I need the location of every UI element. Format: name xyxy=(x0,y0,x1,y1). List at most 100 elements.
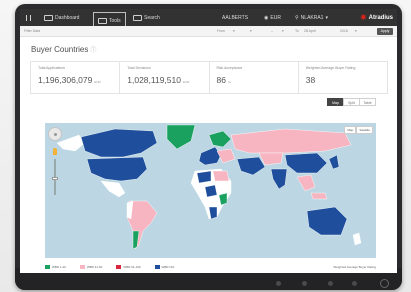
power-button-icon[interactable] xyxy=(380,279,389,288)
from-year-select[interactable]: ▾ xyxy=(250,29,252,33)
user-name: NLAKRA1 xyxy=(300,14,324,21)
hardware-dot xyxy=(302,281,307,286)
world-map-svg xyxy=(56,124,362,250)
legend-item: WBR 61-100 xyxy=(116,265,141,269)
chevron-down-icon: ▾ xyxy=(325,14,328,21)
tab-search[interactable]: Search xyxy=(133,9,160,26)
filter-data-toggle[interactable]: Filter Data xyxy=(24,29,40,33)
country-russia[interactable] xyxy=(230,128,352,154)
to-select[interactable]: ▾ xyxy=(282,29,284,33)
stat-value: 86% xyxy=(216,75,231,85)
range-separator: – xyxy=(271,29,273,33)
top-navigation-bar: Dashboard Tools Search AALBERTS ◉ EUR ⚲ … xyxy=(20,9,397,29)
company-selector[interactable]: AALBERTS xyxy=(222,9,248,26)
stat-total-decisions: Total Decisions 1,028,119,510 EUR xyxy=(120,62,210,93)
year-select[interactable]: 2016 xyxy=(340,29,348,33)
stat-label: Weighted Average Buyer Rating xyxy=(305,66,356,70)
country-japan[interactable] xyxy=(328,154,340,170)
legend-item: WBR 1-40 xyxy=(45,265,66,269)
legend-swatch xyxy=(154,265,160,269)
zoom-slider-knob[interactable] xyxy=(52,177,58,180)
from-month-select[interactable]: ▾ xyxy=(233,29,235,33)
hardware-dot xyxy=(352,281,357,286)
page-title-text: Buyer Countries xyxy=(31,45,89,54)
country-alaska[interactable] xyxy=(56,134,86,152)
country-nigeria[interactable] xyxy=(204,184,218,198)
world-map[interactable]: Map Satellite xyxy=(45,123,376,258)
legend-item: WBR 41-60 xyxy=(79,265,102,269)
country-new-zealand[interactable] xyxy=(352,232,362,246)
photo-background: Dashboard Tools Search AALBERTS ◉ EUR ⚲ … xyxy=(0,0,411,292)
view-table-button[interactable]: Table xyxy=(359,98,376,106)
legend-item: WBR N/A xyxy=(154,265,174,269)
menu-icon[interactable] xyxy=(26,9,31,26)
view-toggle-group: Map Split Table xyxy=(327,98,376,106)
currency-label: EUR xyxy=(270,14,281,21)
globe-icon: ◉ xyxy=(264,14,269,21)
stat-total-applications: Total Applications 1,196,306,079 EUR xyxy=(31,62,121,93)
hardware-dot xyxy=(276,281,281,286)
country-egypt[interactable] xyxy=(212,170,230,182)
stat-weighted-average-buyer-rating: Weighted Average Buyer Rating 38 xyxy=(299,62,387,93)
stat-risk-acceptance: Risk Acceptance 86% xyxy=(210,62,299,93)
tab-dashboard[interactable]: Dashboard xyxy=(44,9,79,26)
to-label: To xyxy=(295,29,299,33)
apply-button[interactable]: Apply xyxy=(377,28,393,35)
to-date-select[interactable]: 28 April xyxy=(304,29,316,33)
tab-tools-label: Tools xyxy=(109,17,121,24)
map-type-map-button[interactable]: Map xyxy=(344,126,357,134)
country-europe-east[interactable] xyxy=(216,148,236,164)
country-se-asia[interactable] xyxy=(296,174,316,192)
map-legend: WBR 1-40 WBR 41-60 WBR 61-100 WBR N/A We… xyxy=(45,263,376,271)
stat-label: Total Applications xyxy=(38,66,66,70)
stat-label: Risk Acceptance xyxy=(216,66,243,70)
brand-name: Atradius xyxy=(368,14,393,21)
country-china[interactable] xyxy=(284,152,328,174)
stat-value: 38 xyxy=(305,75,316,85)
country-middle-east[interactable] xyxy=(236,156,266,176)
dashboard-icon xyxy=(44,14,53,21)
view-split-button[interactable]: Split xyxy=(343,98,360,106)
map-type-satellite-button[interactable]: Satellite xyxy=(356,126,373,134)
country-canada[interactable] xyxy=(80,128,158,158)
legend-swatch xyxy=(116,265,122,269)
stat-value: 1,028,119,510 EUR xyxy=(127,75,190,85)
country-greenland[interactable] xyxy=(166,124,196,150)
tab-dashboard-label: Dashboard xyxy=(55,14,80,21)
tools-icon xyxy=(98,17,107,24)
company-name: AALBERTS xyxy=(222,14,249,21)
country-usa[interactable] xyxy=(86,156,148,182)
zoom-slider[interactable] xyxy=(52,159,58,195)
country-india[interactable] xyxy=(270,168,288,190)
user-icon: ⚲ xyxy=(295,14,299,21)
from-label: From xyxy=(217,29,226,33)
stat-value: 1,196,306,079 EUR xyxy=(38,75,101,85)
legend-swatch xyxy=(45,265,50,269)
country-australia[interactable] xyxy=(306,206,348,236)
page-title: Buyer Countries ⓘ xyxy=(31,45,96,54)
view-map-button[interactable]: Map xyxy=(327,98,344,106)
country-algeria[interactable] xyxy=(196,170,212,184)
currency-selector[interactable]: ◉ EUR xyxy=(264,9,281,26)
info-icon[interactable]: ⓘ xyxy=(90,48,96,54)
brand-logo: ✷ Atradius xyxy=(360,9,393,26)
map-type-control: Map Satellite xyxy=(344,126,373,134)
tab-search-label: Search xyxy=(144,14,160,21)
stat-label: Total Decisions xyxy=(127,66,151,70)
year-chevron-icon: ▾ xyxy=(355,29,357,33)
country-scandinavia[interactable] xyxy=(208,130,232,148)
search-icon xyxy=(133,14,142,21)
country-europe-west[interactable] xyxy=(198,146,222,166)
app-screen: Dashboard Tools Search AALBERTS ◉ EUR ⚲ … xyxy=(20,9,397,273)
legend-swatch xyxy=(79,265,85,269)
country-indonesia[interactable] xyxy=(310,192,328,200)
pan-control[interactable] xyxy=(48,127,62,141)
user-menu[interactable]: ⚲ NLAKRA1 ▾ xyxy=(295,9,328,26)
country-mexico[interactable] xyxy=(100,180,126,198)
filter-bar: Filter Data From ▾ ▾ – ▾ To 28 April 201… xyxy=(20,26,397,37)
street-view-icon[interactable] xyxy=(53,148,57,155)
atradius-star-icon: ✷ xyxy=(359,13,367,22)
stats-panel: Total Applications 1,196,306,079 EUR Tota… xyxy=(30,61,388,94)
legend-caption: Weighted Average Buyer Rating xyxy=(333,265,376,269)
hardware-dot xyxy=(328,281,333,286)
